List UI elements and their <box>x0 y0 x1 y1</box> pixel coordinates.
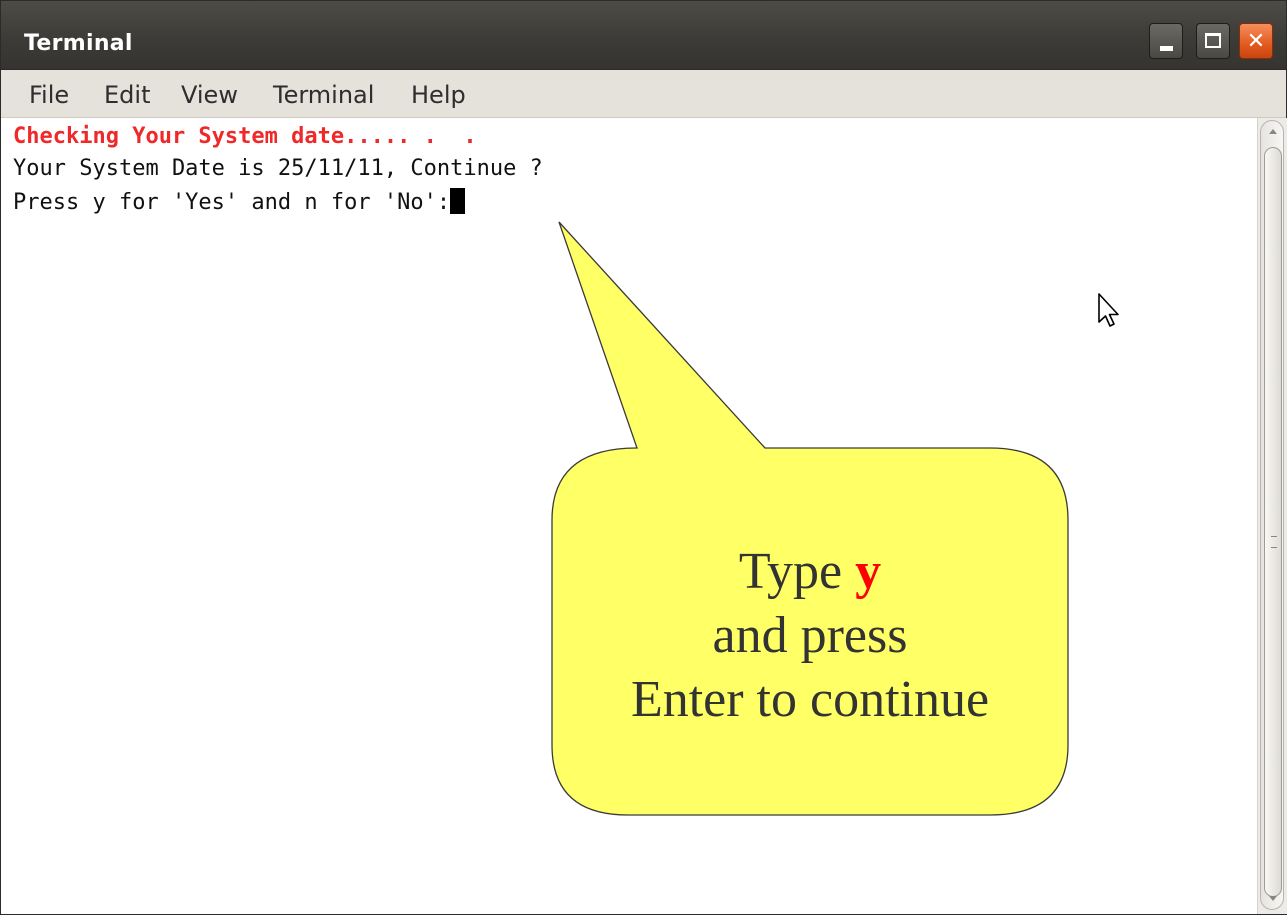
menu-file[interactable]: File <box>29 81 69 109</box>
close-icon: ✕ <box>1246 28 1266 54</box>
terminal-line-date: Your System Date is 25/11/11, Continue ? <box>13 156 543 181</box>
terminal-output[interactable]: Checking Your System date..... . . Your … <box>1 118 1257 914</box>
menu-help[interactable]: Help <box>411 81 466 109</box>
maximize-button[interactable] <box>1196 23 1230 59</box>
terminal-line-checking: Checking Your System date..... . . <box>13 124 477 149</box>
scrollbar-thumb[interactable] <box>1264 147 1282 897</box>
mouse-pointer-icon <box>1098 293 1119 327</box>
menu-bar: File Edit View Terminal Help <box>1 70 1286 118</box>
callout-text: Type y and press Enter to continue <box>552 540 1068 732</box>
callout-line-3: Enter to continue <box>630 671 990 728</box>
menu-terminal[interactable]: Terminal <box>273 81 374 109</box>
grip-icon <box>1271 536 1277 548</box>
terminal-window: Terminal ✕ File Edit View Terminal Help … <box>0 0 1287 915</box>
vertical-scrollbar[interactable] <box>1257 118 1287 914</box>
menu-view[interactable]: View <box>181 81 238 109</box>
scroll-down-icon[interactable] <box>1269 896 1277 901</box>
window-title: Terminal <box>24 31 133 56</box>
prompt-text: Press y for 'Yes' and n for 'No': <box>13 190 451 215</box>
close-button[interactable]: ✕ <box>1239 23 1273 59</box>
menu-edit[interactable]: Edit <box>104 81 150 109</box>
callout-prefix: Type <box>738 543 856 600</box>
maximize-icon <box>1205 33 1221 48</box>
callout-key: y <box>855 543 882 600</box>
scroll-up-icon[interactable] <box>1269 129 1277 134</box>
text-cursor <box>450 188 466 214</box>
title-bar[interactable]: Terminal ✕ <box>1 1 1286 70</box>
minimize-button[interactable] <box>1149 23 1183 59</box>
scrollbar-trough[interactable] <box>1260 120 1284 910</box>
terminal-line-prompt: Press y for 'Yes' and n for 'No': <box>13 188 466 215</box>
callout-line-2: and press <box>712 607 908 664</box>
minimize-icon <box>1160 46 1173 51</box>
callout-line-1: Type y <box>552 540 1068 604</box>
